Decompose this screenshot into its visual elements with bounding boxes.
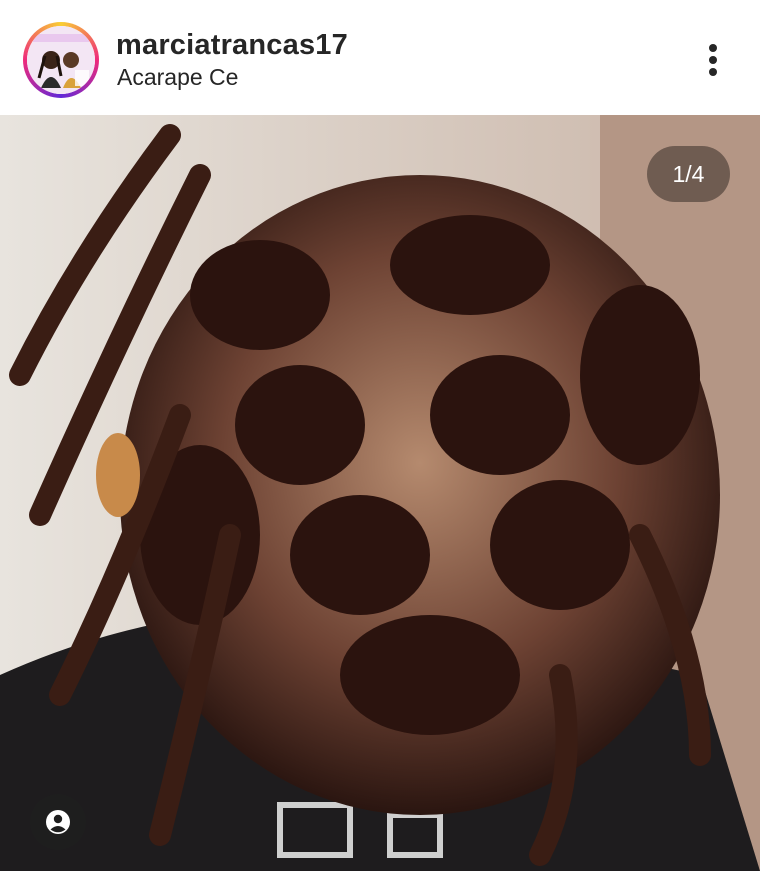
post-header: marciatrancas17 Acarape Ce (0, 0, 760, 115)
more-dot (709, 68, 717, 76)
user-tag-glyph (46, 810, 70, 834)
avatar-image (27, 26, 95, 94)
profile-avatar[interactable] (23, 22, 99, 98)
more-vertical-icon[interactable] (694, 36, 734, 84)
post-username[interactable]: marciatrancas17 (116, 29, 348, 62)
post-photo[interactable] (0, 115, 760, 871)
more-dot (709, 44, 717, 52)
post-location[interactable]: Acarape Ce (117, 64, 238, 91)
photo-counter: 1/4 (647, 146, 730, 202)
user-tag-icon[interactable] (30, 794, 86, 850)
more-dot (709, 56, 717, 64)
